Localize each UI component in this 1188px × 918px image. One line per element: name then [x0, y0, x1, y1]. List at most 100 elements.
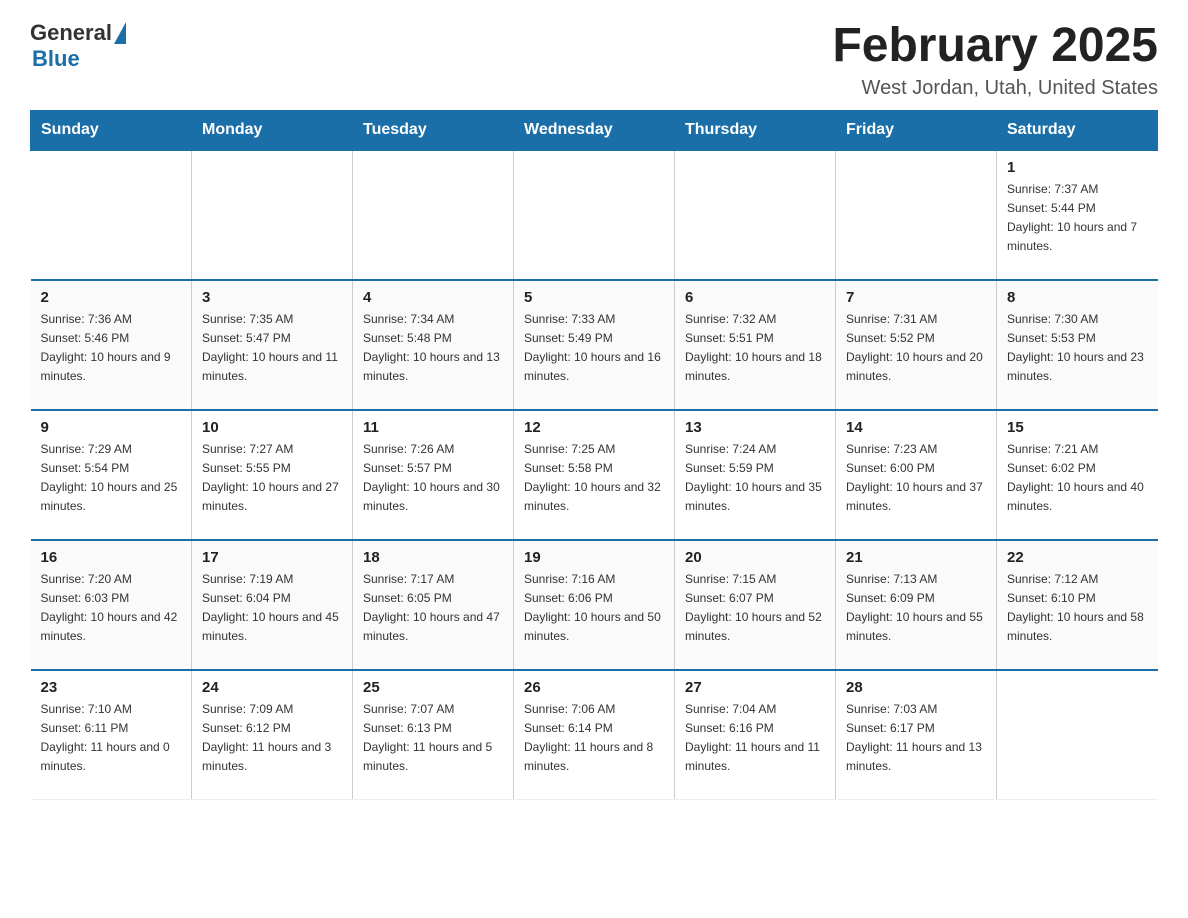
calendar-cell [31, 150, 192, 280]
calendar-table: SundayMondayTuesdayWednesdayThursdayFrid… [30, 110, 1158, 801]
calendar-cell: 9 Sunrise: 7:29 AMSunset: 5:54 PMDaylight… [31, 410, 192, 540]
day-info: Sunrise: 7:03 AMSunset: 6:17 PMDaylight:… [846, 700, 986, 777]
day-number: 9 [41, 419, 182, 436]
day-number: 12 [524, 419, 664, 436]
day-info: Sunrise: 7:13 AMSunset: 6:09 PMDaylight:… [846, 570, 986, 647]
day-number: 4 [363, 289, 503, 306]
col-header-sunday: Sunday [31, 110, 192, 150]
week-row-1: 1Sunrise: 7:37 AMSunset: 5:44 PMDaylight… [31, 150, 1158, 280]
day-number: 7 [846, 289, 986, 306]
day-number: 20 [685, 549, 825, 566]
calendar-cell: 2 Sunrise: 7:36 AMSunset: 5:46 PMDaylight… [31, 280, 192, 410]
day-info: Sunrise: 7:06 AMSunset: 6:14 PMDaylight:… [524, 700, 664, 777]
week-row-3: 9 Sunrise: 7:29 AMSunset: 5:54 PMDaylight… [31, 410, 1158, 540]
calendar-cell: 13 Sunrise: 7:24 AMSunset: 5:59 PMDayligh… [675, 410, 836, 540]
week-row-2: 2 Sunrise: 7:36 AMSunset: 5:46 PMDaylight… [31, 280, 1158, 410]
calendar-cell: 1Sunrise: 7:37 AMSunset: 5:44 PMDaylight… [997, 150, 1158, 280]
day-number: 18 [363, 549, 503, 566]
page-header: General Blue February 2025 West Jordan, … [30, 20, 1158, 100]
day-info: Sunrise: 7:04 AMSunset: 6:16 PMDaylight:… [685, 700, 825, 777]
calendar-cell: 27 Sunrise: 7:04 AMSunset: 6:16 PMDayligh… [675, 670, 836, 800]
calendar-cell: 7 Sunrise: 7:31 AMSunset: 5:52 PMDaylight… [836, 280, 997, 410]
day-number: 16 [41, 549, 182, 566]
col-header-saturday: Saturday [997, 110, 1158, 150]
calendar-cell: 22 Sunrise: 7:12 AMSunset: 6:10 PMDayligh… [997, 540, 1158, 670]
day-info: Sunrise: 7:23 AMSunset: 6:00 PMDaylight:… [846, 440, 986, 517]
day-info: Sunrise: 7:25 AMSunset: 5:58 PMDaylight:… [524, 440, 664, 517]
day-number: 13 [685, 419, 825, 436]
calendar-cell: 17 Sunrise: 7:19 AMSunset: 6:04 PMDayligh… [192, 540, 353, 670]
day-info: Sunrise: 7:19 AMSunset: 6:04 PMDaylight:… [202, 570, 342, 647]
day-info: Sunrise: 7:29 AMSunset: 5:54 PMDaylight:… [41, 440, 182, 517]
col-header-wednesday: Wednesday [514, 110, 675, 150]
logo-blue-text: Blue [32, 46, 80, 72]
calendar-cell [675, 150, 836, 280]
calendar-header: SundayMondayTuesdayWednesdayThursdayFrid… [31, 110, 1158, 150]
col-header-monday: Monday [192, 110, 353, 150]
day-info: Sunrise: 7:24 AMSunset: 5:59 PMDaylight:… [685, 440, 825, 517]
col-header-thursday: Thursday [675, 110, 836, 150]
calendar-cell: 19 Sunrise: 7:16 AMSunset: 6:06 PMDayligh… [514, 540, 675, 670]
calendar-cell: 11Sunrise: 7:26 AMSunset: 5:57 PMDayligh… [353, 410, 514, 540]
day-number: 23 [41, 679, 182, 696]
calendar-cell: 23 Sunrise: 7:10 AMSunset: 6:11 PMDayligh… [31, 670, 192, 800]
day-info: Sunrise: 7:35 AMSunset: 5:47 PMDaylight:… [202, 310, 342, 387]
day-info: Sunrise: 7:36 AMSunset: 5:46 PMDaylight:… [41, 310, 182, 387]
day-info: Sunrise: 7:30 AMSunset: 5:53 PMDaylight:… [1007, 310, 1148, 387]
day-number: 21 [846, 549, 986, 566]
day-number: 5 [524, 289, 664, 306]
calendar-cell: 6Sunrise: 7:32 AMSunset: 5:51 PMDaylight… [675, 280, 836, 410]
day-info: Sunrise: 7:12 AMSunset: 6:10 PMDaylight:… [1007, 570, 1148, 647]
day-info: Sunrise: 7:37 AMSunset: 5:44 PMDaylight:… [1007, 180, 1148, 257]
calendar-cell [353, 150, 514, 280]
day-info: Sunrise: 7:21 AMSunset: 6:02 PMDaylight:… [1007, 440, 1148, 517]
logo-general-text: General [30, 20, 112, 46]
calendar-cell: 5 Sunrise: 7:33 AMSunset: 5:49 PMDaylight… [514, 280, 675, 410]
day-info: Sunrise: 7:07 AMSunset: 6:13 PMDaylight:… [363, 700, 503, 777]
day-number: 14 [846, 419, 986, 436]
day-number: 17 [202, 549, 342, 566]
calendar-cell [514, 150, 675, 280]
day-info: Sunrise: 7:15 AMSunset: 6:07 PMDaylight:… [685, 570, 825, 647]
calendar-cell: 24Sunrise: 7:09 AMSunset: 6:12 PMDayligh… [192, 670, 353, 800]
day-number: 10 [202, 419, 342, 436]
calendar-cell [192, 150, 353, 280]
day-number: 22 [1007, 549, 1148, 566]
week-row-5: 23 Sunrise: 7:10 AMSunset: 6:11 PMDayligh… [31, 670, 1158, 800]
day-number: 27 [685, 679, 825, 696]
calendar-cell: 10 Sunrise: 7:27 AMSunset: 5:55 PMDayligh… [192, 410, 353, 540]
day-info: Sunrise: 7:31 AMSunset: 5:52 PMDaylight:… [846, 310, 986, 387]
calendar-cell: 15 Sunrise: 7:21 AMSunset: 6:02 PMDayligh… [997, 410, 1158, 540]
day-number: 26 [524, 679, 664, 696]
day-info: Sunrise: 7:09 AMSunset: 6:12 PMDaylight:… [202, 700, 342, 777]
day-number: 2 [41, 289, 182, 306]
day-number: 8 [1007, 289, 1148, 306]
calendar-cell: 25 Sunrise: 7:07 AMSunset: 6:13 PMDayligh… [353, 670, 514, 800]
calendar-cell: 20 Sunrise: 7:15 AMSunset: 6:07 PMDayligh… [675, 540, 836, 670]
calendar-cell: 3Sunrise: 7:35 AMSunset: 5:47 PMDaylight… [192, 280, 353, 410]
day-info: Sunrise: 7:17 AMSunset: 6:05 PMDaylight:… [363, 570, 503, 647]
logo: General Blue [30, 20, 126, 72]
week-row-4: 16 Sunrise: 7:20 AMSunset: 6:03 PMDayligh… [31, 540, 1158, 670]
col-header-tuesday: Tuesday [353, 110, 514, 150]
day-number: 19 [524, 549, 664, 566]
day-info: Sunrise: 7:20 AMSunset: 6:03 PMDaylight:… [41, 570, 182, 647]
day-number: 28 [846, 679, 986, 696]
calendar-cell: 16 Sunrise: 7:20 AMSunset: 6:03 PMDayligh… [31, 540, 192, 670]
day-headers-row: SundayMondayTuesdayWednesdayThursdayFrid… [31, 110, 1158, 150]
calendar-cell: 14 Sunrise: 7:23 AMSunset: 6:00 PMDayligh… [836, 410, 997, 540]
day-number: 25 [363, 679, 503, 696]
day-info: Sunrise: 7:27 AMSunset: 5:55 PMDaylight:… [202, 440, 342, 517]
calendar-cell: 18 Sunrise: 7:17 AMSunset: 6:05 PMDayligh… [353, 540, 514, 670]
day-info: Sunrise: 7:26 AMSunset: 5:57 PMDaylight:… [363, 440, 503, 517]
calendar-cell: 8 Sunrise: 7:30 AMSunset: 5:53 PMDaylight… [997, 280, 1158, 410]
calendar-cell: 28 Sunrise: 7:03 AMSunset: 6:17 PMDayligh… [836, 670, 997, 800]
calendar-cell: 12 Sunrise: 7:25 AMSunset: 5:58 PMDayligh… [514, 410, 675, 540]
day-info: Sunrise: 7:10 AMSunset: 6:11 PMDaylight:… [41, 700, 182, 777]
day-number: 15 [1007, 419, 1148, 436]
calendar-cell [836, 150, 997, 280]
day-info: Sunrise: 7:33 AMSunset: 5:49 PMDaylight:… [524, 310, 664, 387]
calendar-subtitle: West Jordan, Utah, United States [832, 77, 1158, 100]
day-info: Sunrise: 7:16 AMSunset: 6:06 PMDaylight:… [524, 570, 664, 647]
day-info: Sunrise: 7:32 AMSunset: 5:51 PMDaylight:… [685, 310, 825, 387]
